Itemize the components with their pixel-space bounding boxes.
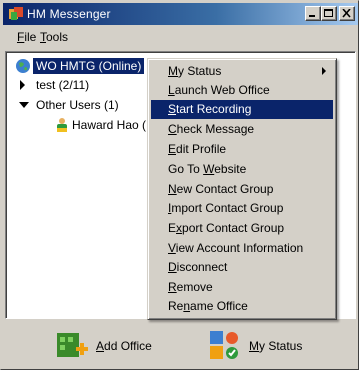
user-icon — [57, 118, 67, 132]
menu-item-view-account-information[interactable]: View Account Information — [151, 239, 333, 258]
maximize-icon — [324, 9, 333, 17]
menu-item-remove[interactable]: Remove — [151, 278, 333, 297]
my-status-button[interactable]: My Status — [209, 327, 321, 363]
expanded-arrow-icon — [19, 102, 29, 108]
title-bar[interactable]: HM Messenger — [3, 3, 358, 25]
submenu-arrow-icon — [322, 67, 326, 75]
maximize-button[interactable] — [321, 6, 337, 21]
menu-item-import-contact-group[interactable]: Import Contact Group — [151, 199, 333, 218]
menu-item-edit-profile[interactable]: Edit Profile — [151, 140, 333, 159]
app-icon — [9, 7, 23, 20]
minimize-icon — [309, 15, 315, 17]
menu-item-rename-office[interactable]: Rename Office — [151, 297, 333, 316]
menu-item-disconnect[interactable]: Disconnect — [151, 258, 333, 277]
menu-item-go-to-website[interactable]: Go To Website — [151, 160, 333, 179]
messenger-window: HM Messenger File Tools WO HMTG (Online)… — [0, 0, 359, 370]
office-label: WO HMTG (Online) — [33, 58, 145, 74]
close-button[interactable] — [339, 6, 355, 21]
menu-file[interactable]: File — [17, 30, 36, 44]
user-label: Haward Hao ( — [72, 118, 147, 132]
menu-bar: File Tools — [3, 27, 358, 47]
menu-item-check-message[interactable]: Check Message — [151, 120, 333, 139]
group-label: test (2/11) — [36, 78, 90, 92]
menu-item-start-recording[interactable]: Start Recording — [151, 100, 333, 119]
status-icon — [210, 331, 238, 359]
collapsed-arrow-icon — [20, 80, 25, 90]
add-office-icon — [57, 333, 88, 357]
menu-tools[interactable]: Tools — [40, 30, 68, 44]
context-menu: My Status Launch Web Office Start Record… — [147, 58, 337, 320]
window-title: HM Messenger — [27, 7, 111, 21]
add-office-button[interactable]: Add Office — [56, 327, 166, 363]
menu-item-my-status[interactable]: My Status — [151, 62, 333, 81]
group-label: Other Users (1) — [36, 98, 119, 112]
bottom-toolbar: Add Office My Status — [3, 321, 358, 369]
menu-item-launch-web-office[interactable]: Launch Web Office — [151, 81, 333, 100]
add-office-label: Add Office — [96, 339, 152, 353]
my-status-label: My Status — [249, 339, 303, 353]
globe-icon — [16, 59, 30, 73]
minimize-button[interactable] — [305, 6, 321, 21]
menu-item-export-contact-group[interactable]: Export Contact Group — [151, 219, 333, 238]
menu-item-new-contact-group[interactable]: New Contact Group — [151, 180, 333, 199]
close-icon — [342, 9, 351, 18]
